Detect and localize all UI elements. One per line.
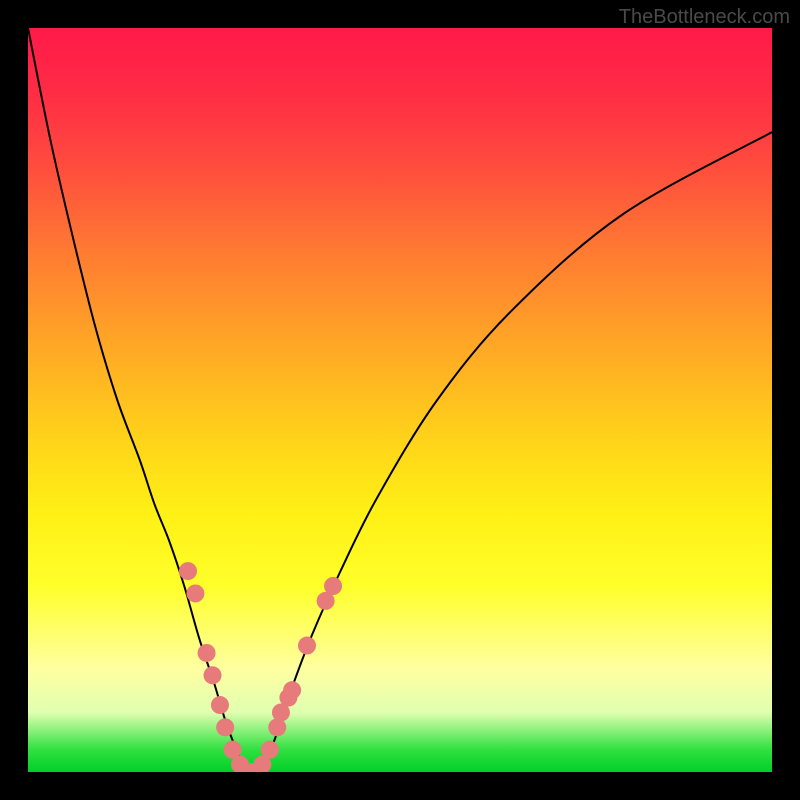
data-point <box>268 718 286 736</box>
data-point <box>261 741 279 759</box>
bottleneck-curve <box>28 28 772 772</box>
data-point <box>324 577 342 595</box>
data-point <box>186 584 204 602</box>
chart-plot-area <box>28 28 772 772</box>
data-point <box>317 592 335 610</box>
data-point <box>179 562 197 580</box>
chart-svg <box>28 28 772 772</box>
data-point <box>216 718 234 736</box>
data-point <box>242 763 260 772</box>
data-point <box>272 703 290 721</box>
data-point <box>298 637 316 655</box>
data-point <box>198 644 216 662</box>
data-point <box>279 689 297 707</box>
data-point <box>253 756 271 772</box>
data-points-group <box>179 562 342 772</box>
data-point <box>204 666 222 684</box>
data-point <box>211 696 229 714</box>
watermark-text: TheBottleneck.com <box>619 6 790 29</box>
data-point <box>224 741 242 759</box>
data-point <box>231 756 249 772</box>
data-point <box>283 681 301 699</box>
